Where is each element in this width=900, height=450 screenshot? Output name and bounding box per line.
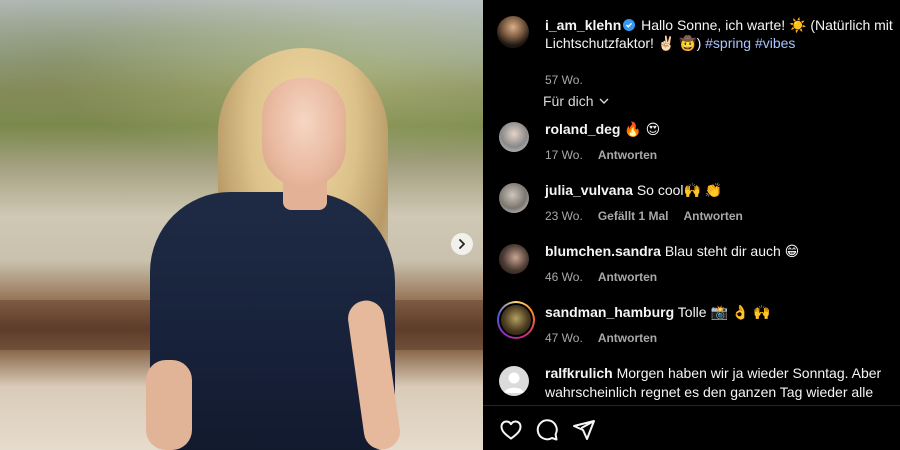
comment-body: So cool🙌 👏 <box>636 182 723 198</box>
comment-item: julia_vulvana So cool🙌 👏 23 Wo. Gefällt … <box>497 181 892 235</box>
photo-person-face <box>262 78 346 188</box>
verified-badge-icon <box>623 19 636 31</box>
reply-button[interactable]: Antworten <box>598 331 657 345</box>
comment-icon <box>536 419 558 441</box>
author-avatar[interactable] <box>497 16 529 48</box>
chevron-down-icon <box>599 98 609 104</box>
share-button[interactable] <box>572 418 596 442</box>
post-photo[interactable] <box>0 0 483 450</box>
comment-item: sandman_hamburg Tolle 📸 👌 🙌 47 Wo. Antwo… <box>497 301 892 357</box>
comment-time: 17 Wo. <box>545 148 583 162</box>
author-username[interactable]: i_am_klehn <box>545 17 621 33</box>
commenter-avatar[interactable] <box>499 122 529 152</box>
comment-item: ralfkrulich Morgen haben wir ja wieder S… <box>497 364 892 405</box>
like-button[interactable] <box>499 418 523 442</box>
comment-likes[interactable]: Gefällt 1 Mal <box>598 209 669 223</box>
reply-button[interactable]: Antworten <box>598 148 657 162</box>
comment-meta: 17 Wo. Antworten <box>545 148 657 162</box>
commenter-username[interactable]: sandman_hamburg <box>545 304 674 320</box>
chevron-right-icon <box>459 239 465 249</box>
comments-scroll-area[interactable]: i_am_klehn Hallo Sonne, ich warte! ☀️ (N… <box>483 0 900 405</box>
comment-meta: 46 Wo. Antworten <box>545 270 657 284</box>
commenter-avatar[interactable] <box>499 244 529 274</box>
comment-text: ralfkrulich Morgen haben wir ja wieder S… <box>545 364 890 402</box>
commenter-avatar-story-ring[interactable] <box>497 301 535 339</box>
comment-body: Tolle 📸 👌 🙌 <box>677 304 771 320</box>
next-image-button[interactable] <box>451 233 473 255</box>
commenter-username[interactable]: roland_deg <box>545 121 620 137</box>
comment-time: 46 Wo. <box>545 270 583 284</box>
comment-time: 47 Wo. <box>545 331 583 345</box>
post-action-bar <box>483 405 900 450</box>
photo-person-arm-left <box>146 360 192 450</box>
sort-label: Für dich <box>543 93 594 109</box>
reply-button[interactable]: Antworten <box>598 270 657 284</box>
commenter-username[interactable]: julia_vulvana <box>545 182 633 198</box>
post-timestamp: 57 Wo. <box>545 73 583 87</box>
caption-hashtags[interactable]: #spring #vibes <box>705 35 795 51</box>
comment-text: roland_deg 🔥 😍 <box>545 120 890 139</box>
commenter-username[interactable]: ralfkrulich <box>545 365 613 381</box>
comment-meta: 47 Wo. Antworten <box>545 331 657 345</box>
comment-item: blumchen.sandra Blau steht dir auch 😁 46… <box>497 242 892 296</box>
default-avatar-icon[interactable] <box>499 366 529 396</box>
comment-button[interactable] <box>535 418 559 442</box>
send-icon <box>573 420 595 440</box>
comments-panel: i_am_klehn Hallo Sonne, ich warte! ☀️ (N… <box>483 0 900 450</box>
comment-item: roland_deg 🔥 😍 17 Wo. Antworten <box>497 120 892 174</box>
commenter-avatar[interactable] <box>499 183 529 213</box>
comment-text: blumchen.sandra Blau steht dir auch 😁 <box>545 242 890 261</box>
comment-meta: 23 Wo. Gefällt 1 Mal Antworten <box>545 209 743 223</box>
reply-button[interactable]: Antworten <box>684 209 743 223</box>
commenter-username[interactable]: blumchen.sandra <box>545 243 661 259</box>
commenter-avatar <box>501 305 531 335</box>
comment-text: sandman_hamburg Tolle 📸 👌 🙌 <box>545 303 890 322</box>
comment-body: Blau steht dir auch 😁 <box>664 243 800 259</box>
comment-time: 23 Wo. <box>545 209 583 223</box>
heart-icon <box>500 420 522 440</box>
comment-body: 🔥 😍 <box>624 121 661 137</box>
comment-sort-dropdown[interactable]: Für dich <box>543 93 610 109</box>
comment-text: julia_vulvana So cool🙌 👏 <box>545 181 890 200</box>
caption-text: i_am_klehn Hallo Sonne, ich warte! ☀️ (N… <box>545 16 895 52</box>
